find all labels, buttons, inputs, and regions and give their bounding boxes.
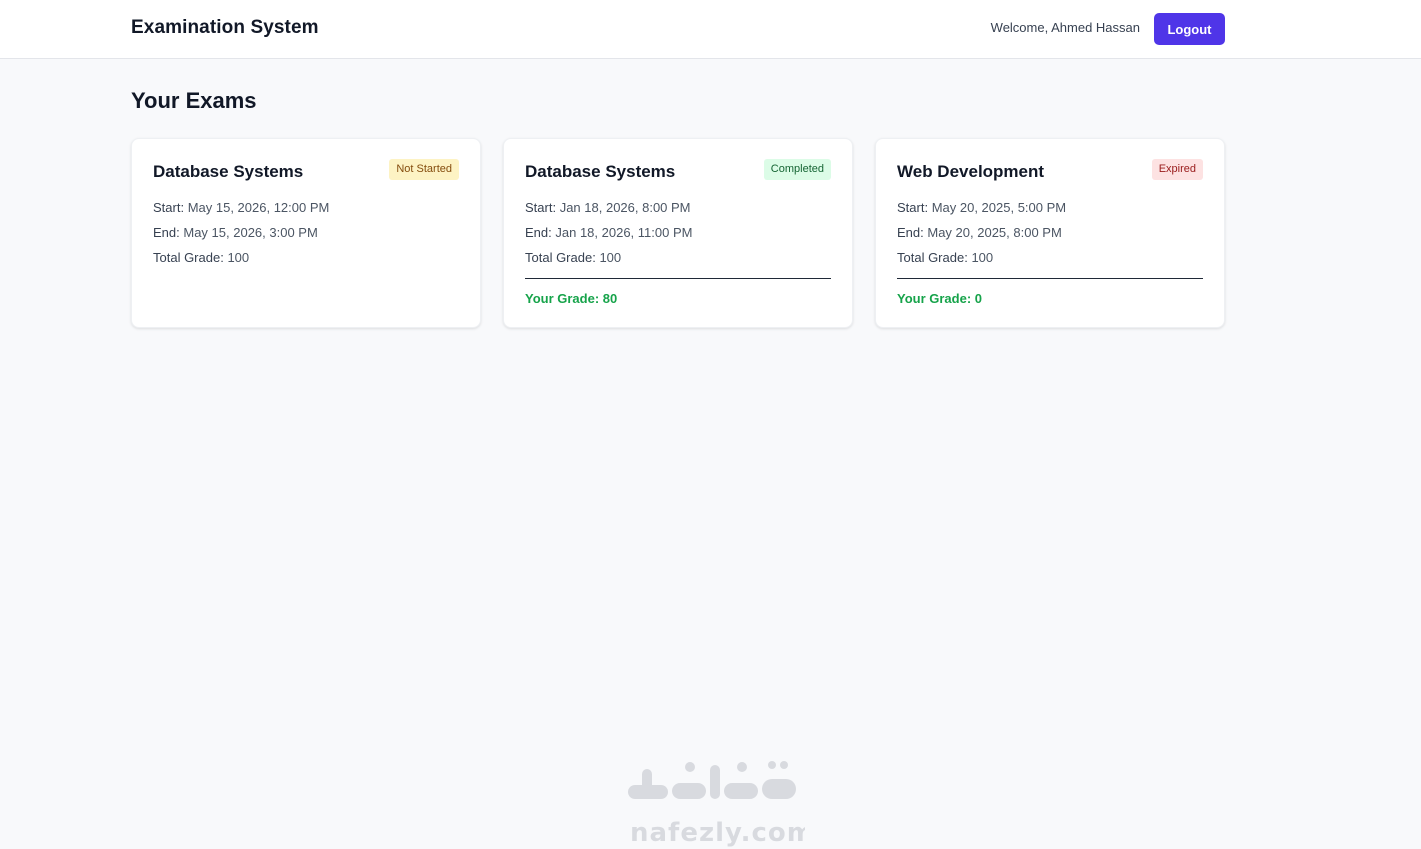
exam-start: Start: May 20, 2025, 5:00 PM — [897, 200, 1066, 215]
exam-title: Database Systems — [153, 162, 304, 181]
exam-end: End: May 20, 2025, 8:00 PM — [897, 225, 1062, 240]
total-label: Total Grade: — [897, 250, 968, 265]
app-title: Examination System — [131, 17, 319, 38]
grade-divider — [525, 278, 831, 279]
exam-end: End: May 15, 2026, 3:00 PM — [153, 225, 318, 240]
start-value: Jan 18, 2026, 8:00 PM — [559, 200, 691, 215]
end-value: May 15, 2026, 3:00 PM — [183, 225, 318, 240]
your-grade: Your Grade: 80 — [525, 291, 618, 306]
grade-divider — [897, 278, 1203, 279]
start-label: Start: — [153, 200, 185, 215]
start-label: Start: — [525, 200, 557, 215]
status-badge: Expired — [1151, 159, 1203, 180]
exam-card-grid: Database Systems Not Started Start: May … — [131, 138, 1225, 328]
exam-card[interactable]: Database Systems Not Started Start: May … — [131, 138, 481, 328]
logout-button[interactable]: Logout — [1154, 13, 1225, 45]
end-value: Jan 18, 2026, 11:00 PM — [555, 225, 693, 240]
exam-start: Start: May 15, 2026, 12:00 PM — [153, 200, 329, 215]
page-title: Your Exams — [131, 88, 257, 113]
total-value: 100 — [599, 250, 622, 265]
exam-total-grade: Total Grade: 100 — [525, 250, 621, 265]
end-label: End: — [153, 225, 180, 240]
end-label: End: — [525, 225, 552, 240]
start-label: Start: — [897, 200, 929, 215]
total-value: 100 — [971, 250, 994, 265]
exam-card[interactable]: Database Systems Completed Start: Jan 18… — [503, 138, 853, 328]
watermark-logo: nafezly.com — [628, 761, 805, 848]
exam-total-grade: Total Grade: 100 — [153, 250, 249, 265]
exam-start: Start: Jan 18, 2026, 8:00 PM — [525, 200, 691, 215]
end-label: End: — [897, 225, 924, 240]
top-navbar: Examination System Welcome, Ahmed Hassan… — [0, 0, 1421, 59]
exam-end: End: Jan 18, 2026, 11:00 PM — [525, 225, 692, 240]
exam-title: Web Development — [897, 162, 1045, 181]
welcome-text: Welcome, Ahmed Hassan — [990, 20, 1140, 35]
your-grade: Your Grade: 0 — [897, 291, 983, 306]
start-value: May 20, 2025, 5:00 PM — [931, 200, 1067, 215]
status-badge: Not Started — [389, 159, 459, 180]
end-value: May 20, 2025, 8:00 PM — [927, 225, 1062, 240]
exam-total-grade: Total Grade: 100 — [897, 250, 993, 265]
total-value: 100 — [227, 250, 250, 265]
start-value: May 15, 2026, 12:00 PM — [187, 200, 330, 215]
total-label: Total Grade: — [525, 250, 596, 265]
total-label: Total Grade: — [153, 250, 224, 265]
exam-card[interactable]: Web Development Expired Start: May 20, 2… — [875, 138, 1225, 328]
exam-title: Database Systems — [525, 162, 676, 181]
watermark-text: nafezly.com — [630, 818, 805, 848]
status-badge: Completed — [763, 159, 831, 180]
